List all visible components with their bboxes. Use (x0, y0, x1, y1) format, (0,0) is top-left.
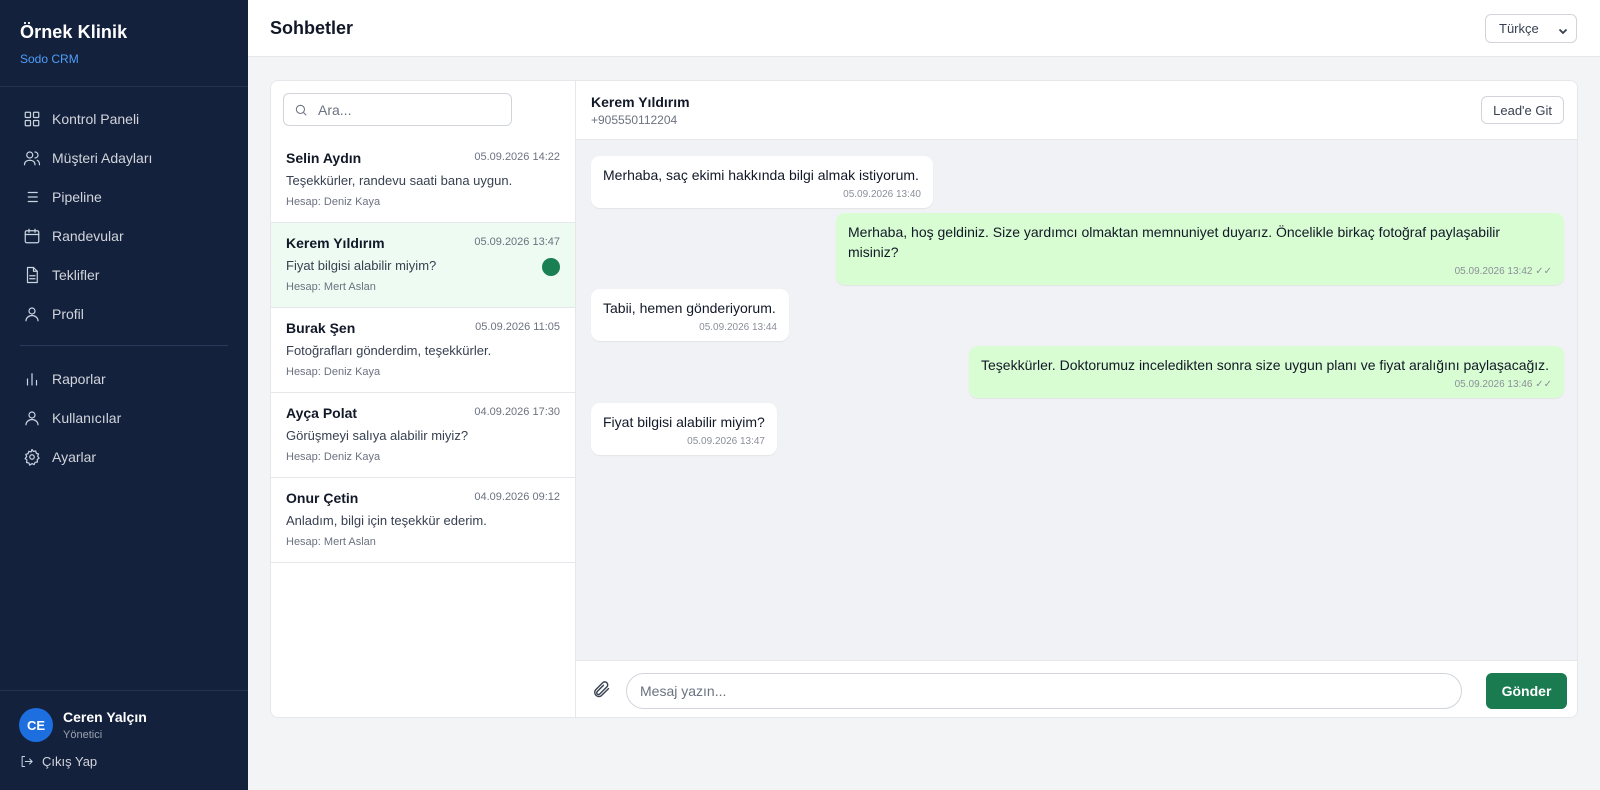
sidebar-item-label: Pipeline (52, 188, 102, 205)
sidebar-item-kullanicilar[interactable]: Kullanıcılar (0, 398, 248, 437)
conversation-time: 04.09.2026 17:30 (474, 406, 560, 418)
users-icon (22, 148, 42, 168)
conversation-preview: Fiyat bilgisi alabilir miyim? (286, 258, 437, 273)
brand-name: Örnek Klinik (20, 22, 128, 42)
sidebar-item-label: Raporlar (52, 370, 106, 387)
message-list: Merhaba, saç ekimi hakkında bilgi almak … (576, 140, 1577, 660)
chat-panel: Selin Aydın05.09.2026 14:22Teşekkürler, … (270, 80, 1578, 718)
bar-chart-icon (22, 369, 42, 389)
conversation-preview: Fotoğrafları gönderdim, teşekkürler. (286, 343, 492, 358)
contact-name: Kerem Yıldırım (591, 94, 690, 110)
conversation-item[interactable]: Burak Şen 05.09.2026 11:05 Fotoğrafları gö… (271, 308, 575, 393)
message-time: 05.09.2026 13:42 ✓✓ (1454, 266, 1552, 277)
sidebar-item-label: Kullanıcılar (52, 409, 122, 426)
message-time: 05.09.2026 13:47 (687, 436, 765, 447)
message-outgoing: Merhaba, hoş geldiniz. Size yardımcı olm… (836, 213, 1564, 285)
conversation-account: Hesap: Deniz Kaya (286, 196, 381, 208)
conversation-time: 05.09.2026 11:05 (475, 321, 560, 333)
message-text: Merhaba, saç ekimi hakkında bilgi almak … (603, 167, 919, 183)
grid-icon (22, 109, 42, 129)
thread-header: Kerem Yıldırım +905550112204 Lead'e Git (576, 81, 1577, 140)
sidebar-divider (20, 345, 228, 346)
conversation-item[interactable]: Kerem Yıldırım 05.09.2026 13:47 Fiyat bilg… (271, 223, 575, 308)
search-box[interactable] (283, 93, 512, 126)
gear-icon (22, 447, 42, 467)
message-text: Fiyat bilgisi alabilir miyim? (603, 414, 765, 430)
unread-badge (542, 258, 560, 276)
message-text: Teşekkürler. Doktorumuz inceledikten son… (981, 357, 1550, 373)
conversation-account: Hesap: Deniz Kaya (286, 366, 381, 378)
conversation-item[interactable]: Onur Çetin 04.09.2026 09:12 Anladım, bilgi… (271, 478, 575, 563)
brand-subtitle: Sodo CRM (20, 52, 79, 66)
conversation-item[interactable]: Selin Aydın 05.09.2026 14:22 Teşekkürler, … (271, 138, 575, 223)
user-role: Yönetici (63, 729, 103, 741)
sidebar-item-label: Ayarlar (52, 448, 97, 465)
sidebar-item-label: Randevular (52, 227, 124, 244)
page-title: Sohbetler (270, 18, 354, 38)
user-icon (22, 304, 42, 324)
sidebar-item-profil[interactable]: Profil (0, 294, 248, 333)
search-icon (295, 104, 307, 116)
logout-label: Çıkış Yap (42, 754, 98, 769)
sidebar-item-kontrol-paneli[interactable]: Kontrol Paneli (0, 99, 248, 138)
sidebar-nav: Kontrol Paneli Müşteri Adayları Pipeline… (0, 87, 248, 476)
message-input[interactable] (626, 673, 1462, 709)
calendar-icon (22, 226, 42, 246)
conversation-time: 05.09.2026 13:47 (474, 236, 560, 248)
avatar: CE (19, 708, 53, 742)
go-to-lead-button[interactable]: Lead'e Git (1481, 96, 1564, 124)
user-name: Ceren Yalçın (63, 709, 147, 725)
conversation-account: Hesap: Deniz Kaya (286, 451, 381, 463)
conversation-account: Hesap: Mert Aslan (286, 281, 376, 293)
sidebar-item-label: Müşteri Adayları (52, 149, 153, 166)
message-text: Merhaba, hoş geldiniz. Size yardımcı olm… (848, 224, 1501, 260)
language-select[interactable]: Türkçe (1485, 14, 1577, 43)
search-input[interactable] (318, 101, 498, 118)
sidebar: Örnek Klinik Sodo CRM Kontrol Paneli Müş… (0, 0, 248, 790)
message-outgoing: Teşekkürler. Doktorumuz inceledikten son… (969, 346, 1564, 398)
language-value: Türkçe (1499, 21, 1539, 36)
brand: Örnek Klinik Sodo CRM (0, 0, 248, 87)
logout-button[interactable]: Çıkış Yap (19, 754, 229, 769)
conversation-preview: Görüşmeyi salıya alabilir miyiz? (286, 428, 469, 443)
conversation-time: 05.09.2026 14:22 (474, 151, 560, 163)
document-icon (22, 265, 42, 285)
sidebar-item-ayarlar[interactable]: Ayarlar (0, 437, 248, 476)
message-text: Tabii, hemen gönderiyorum. (603, 300, 776, 316)
contact-phone: +905550112204 (591, 113, 678, 127)
message-time: 05.09.2026 13:44 (699, 322, 777, 333)
message-incoming: Merhaba, saç ekimi hakkında bilgi almak … (591, 156, 933, 208)
paperclip-icon[interactable] (591, 679, 613, 701)
sidebar-item-label: Profil (52, 305, 84, 322)
user-info: Ceren Yalçın Yönetici (63, 709, 147, 741)
conversation-preview: Teşekkürler, randevu saati bana uygun. (286, 173, 513, 188)
conversation-list: Selin Aydın05.09.2026 14:22Teşekkürler, … (271, 81, 576, 717)
sidebar-item-teklifler[interactable]: Teklifler (0, 255, 248, 294)
conversation-time: 04.09.2026 09:12 (474, 491, 560, 503)
chevron-down-icon (1558, 24, 1568, 35)
sidebar-footer: CE Ceren Yalçın Yönetici Çıkış Yap (0, 690, 248, 790)
sidebar-item-randevular[interactable]: Randevular (0, 216, 248, 255)
sidebar-item-musteri-adaylari[interactable]: Müşteri Adayları (0, 138, 248, 177)
message-time: 05.09.2026 13:40 (843, 189, 921, 200)
message-incoming: Tabii, hemen gönderiyorum. 05.09.2026 13:… (591, 289, 789, 341)
logout-icon (21, 756, 33, 767)
message-time: 05.09.2026 13:46 ✓✓ (1454, 379, 1552, 390)
chat-thread: Kerem Yıldırım +905550112204 Lead'e Git … (576, 81, 1577, 717)
message-incoming: Fiyat bilgisi alabilir miyim? 05.09.2026 … (591, 403, 777, 455)
user-icon (22, 408, 42, 428)
conversation-account: Hesap: Mert Aslan (286, 536, 376, 548)
conversation-items: Selin Aydın 05.09.2026 14:22 Teşekkürler, … (271, 138, 575, 563)
sidebar-item-label: Kontrol Paneli (52, 110, 140, 127)
sidebar-item-raporlar[interactable]: Raporlar (0, 359, 248, 398)
sidebar-item-pipeline[interactable]: Pipeline (0, 177, 248, 216)
conversation-preview: Anladım, bilgi için teşekkür ederim. (286, 513, 487, 528)
top-header: Sohbetler Türkçe (248, 0, 1600, 57)
sidebar-item-label: Teklifler (52, 266, 100, 283)
list-icon (22, 187, 42, 207)
conversation-item[interactable]: Ayça Polat 04.09.2026 17:30 Görüşmeyi salı… (271, 393, 575, 478)
send-button[interactable]: Gönder (1486, 673, 1567, 709)
message-composer: Gönder (576, 660, 1577, 717)
current-user: CE Ceren Yalçın Yönetici (19, 708, 229, 742)
